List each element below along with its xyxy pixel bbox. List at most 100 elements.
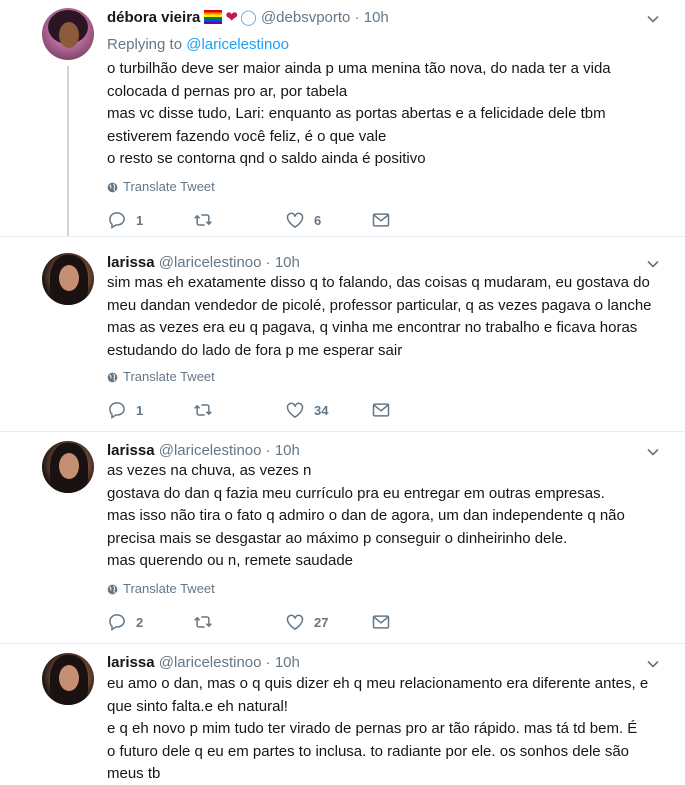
globe-icon: [107, 584, 118, 594]
separator-dot: ·: [354, 9, 360, 26]
ring-icon: ◯: [239, 9, 257, 26]
tweet-text-line: mas as vezes era eu q pagava, q vinha me…: [107, 319, 638, 336]
avatar[interactable]: [42, 8, 94, 60]
tweet-1[interactable]: débora vieira ❤ ◯ @debsvporto · 10h Replyi…: [0, 0, 685, 236]
tweet-text-line: as vezes na chuva, as vezes n: [107, 462, 312, 479]
direct-message-button[interactable]: [371, 612, 391, 632]
chevron-down-icon[interactable]: [647, 257, 659, 269]
tweet-actions: 1 6: [107, 210, 407, 232]
retweet-icon: [194, 404, 212, 416]
like-button[interactable]: 27: [285, 612, 328, 632]
tweet-text-line: meus tb: [107, 765, 161, 782]
tweet-text-line: gostava do dan q fazia meu currículo pra…: [107, 484, 605, 502]
tweet-header: larissa @laricelestinoo · 10h: [107, 254, 300, 272]
like-button[interactable]: 34: [285, 400, 328, 420]
reply-button[interactable]: 2: [107, 612, 143, 632]
translate-tweet-link[interactable]: Translate Tweet: [107, 581, 215, 597]
tweet-text: sim mas eh exatamente disso q to falando…: [107, 272, 667, 362]
timestamp[interactable]: 10h: [275, 442, 300, 459]
tweet-text-line: o turbilhão deve ser maior ainda p uma m…: [107, 60, 611, 77]
tweet-text-line: precisa mais se desgastar ao máximo p co…: [107, 529, 568, 547]
tweet-header: débora vieira ❤ ◯ @debsvporto · 10h: [107, 9, 389, 27]
chevron-down-icon[interactable]: [647, 12, 659, 24]
reply-button[interactable]: 1: [107, 210, 143, 230]
tweet-text-line: o resto se contorna qnd o saldo ainda é …: [107, 150, 426, 167]
tweet-text-line: sim mas eh exatamente disso q to falando…: [107, 274, 650, 291]
tweet-2[interactable]: larissa @laricelestinoo · 10h sim mas eh…: [0, 237, 685, 427]
display-name[interactable]: larissa: [107, 654, 155, 671]
tweet-text-line: estudando do lado de fora p me esperar s…: [107, 341, 403, 359]
envelope-icon: [372, 403, 390, 417]
translate-label: Translate Tweet: [123, 369, 215, 384]
tweet-text-line: meu dandan vendedor de picolé, professor…: [107, 296, 652, 314]
mention-link[interactable]: @laricelestinoo: [186, 36, 289, 53]
reply-count: 1: [136, 402, 144, 418]
sparkling-heart-icon: ❤: [225, 9, 238, 26]
like-count: 6: [314, 212, 322, 228]
avatar[interactable]: [42, 441, 94, 493]
retweet-button[interactable]: [193, 612, 213, 632]
display-name[interactable]: larissa: [107, 254, 155, 271]
user-handle[interactable]: @debsvporto: [261, 9, 350, 26]
translate-label: Translate Tweet: [123, 581, 215, 596]
timestamp[interactable]: 10h: [275, 654, 300, 671]
timestamp[interactable]: 10h: [364, 9, 389, 26]
tweet-text-line: que sinto falta.e eh natural!: [107, 697, 288, 715]
direct-message-button[interactable]: [371, 210, 391, 230]
like-count: 27: [314, 614, 329, 630]
replying-label: Replying to: [107, 36, 183, 53]
reply-button[interactable]: 1: [107, 400, 143, 420]
heart-icon: [286, 402, 304, 418]
chevron-down-icon[interactable]: [647, 657, 659, 669]
translate-tweet-link[interactable]: Translate Tweet: [107, 179, 215, 195]
tweet-text-line: estiverem fazendo você feliz, é o que va…: [107, 127, 387, 145]
user-handle[interactable]: @laricelestinoo: [159, 654, 262, 671]
reply-count: 2: [136, 614, 144, 630]
globe-icon: [107, 372, 118, 382]
translate-label: Translate Tweet: [123, 179, 215, 194]
display-name[interactable]: larissa: [107, 442, 155, 459]
tweet-header: larissa @laricelestinoo · 10h: [107, 654, 300, 672]
reply-icon: [109, 402, 125, 419]
tweet-3[interactable]: larissa @laricelestinoo · 10h as vezes n…: [0, 432, 685, 642]
reply-icon: [109, 212, 125, 229]
user-handle[interactable]: @laricelestinoo: [159, 442, 262, 459]
separator-dot: ·: [265, 442, 271, 459]
tweet-text-line: mas querendo ou n, remete saudade: [107, 552, 353, 569]
like-count: 34: [314, 402, 329, 418]
retweet-button[interactable]: [193, 210, 213, 230]
tweet-text-line: mas vc disse tudo, Lari: enquanto as por…: [107, 105, 606, 122]
user-handle[interactable]: @laricelestinoo: [159, 254, 262, 271]
display-name[interactable]: débora vieira: [107, 9, 200, 26]
avatar[interactable]: [42, 653, 94, 705]
chevron-down-icon[interactable]: [647, 445, 659, 457]
tweet-text-line: colocada d pernas pro ar, por tabela: [107, 82, 348, 100]
tweet-text: o turbilhão deve ser maior ainda p uma m…: [107, 58, 667, 171]
tweet-text-line: e q eh novo p mim tudo ter virado de per…: [107, 720, 638, 737]
tweet-actions: 1 34: [107, 400, 407, 422]
tweet-text: eu amo o dan, mas o q quis dizer eh q me…: [107, 673, 667, 785]
translate-tweet-link[interactable]: Translate Tweet: [107, 369, 215, 385]
replying-to: Replying to @laricelestinoo: [107, 36, 289, 54]
tweet-text-line: eu amo o dan, mas o q quis dizer eh q me…: [107, 675, 649, 692]
timestamp[interactable]: 10h: [275, 254, 300, 271]
rainbow-flag-icon: [204, 10, 223, 24]
avatar[interactable]: [42, 253, 94, 305]
reply-count: 1: [136, 212, 144, 228]
like-button[interactable]: 6: [285, 210, 321, 230]
thread-line: [67, 66, 69, 236]
envelope-icon: [372, 615, 390, 629]
globe-icon: [107, 182, 118, 192]
heart-icon: [286, 212, 304, 228]
tweet-4[interactable]: larissa @laricelestinoo · 10h eu amo o d…: [0, 644, 685, 785]
retweet-icon: [194, 214, 212, 226]
tweet-actions: 2 27: [107, 612, 407, 634]
retweet-button[interactable]: [193, 400, 213, 420]
separator-dot: ·: [265, 254, 271, 271]
direct-message-button[interactable]: [371, 400, 391, 420]
separator-dot: ·: [265, 654, 271, 671]
tweet-text-line: mas isso não tira o fato q admiro o dan …: [107, 507, 625, 524]
tweet-text-line: o futuro dele q eu em partes to inclusa.…: [107, 742, 629, 760]
heart-icon: [286, 614, 304, 630]
reply-icon: [109, 614, 125, 631]
